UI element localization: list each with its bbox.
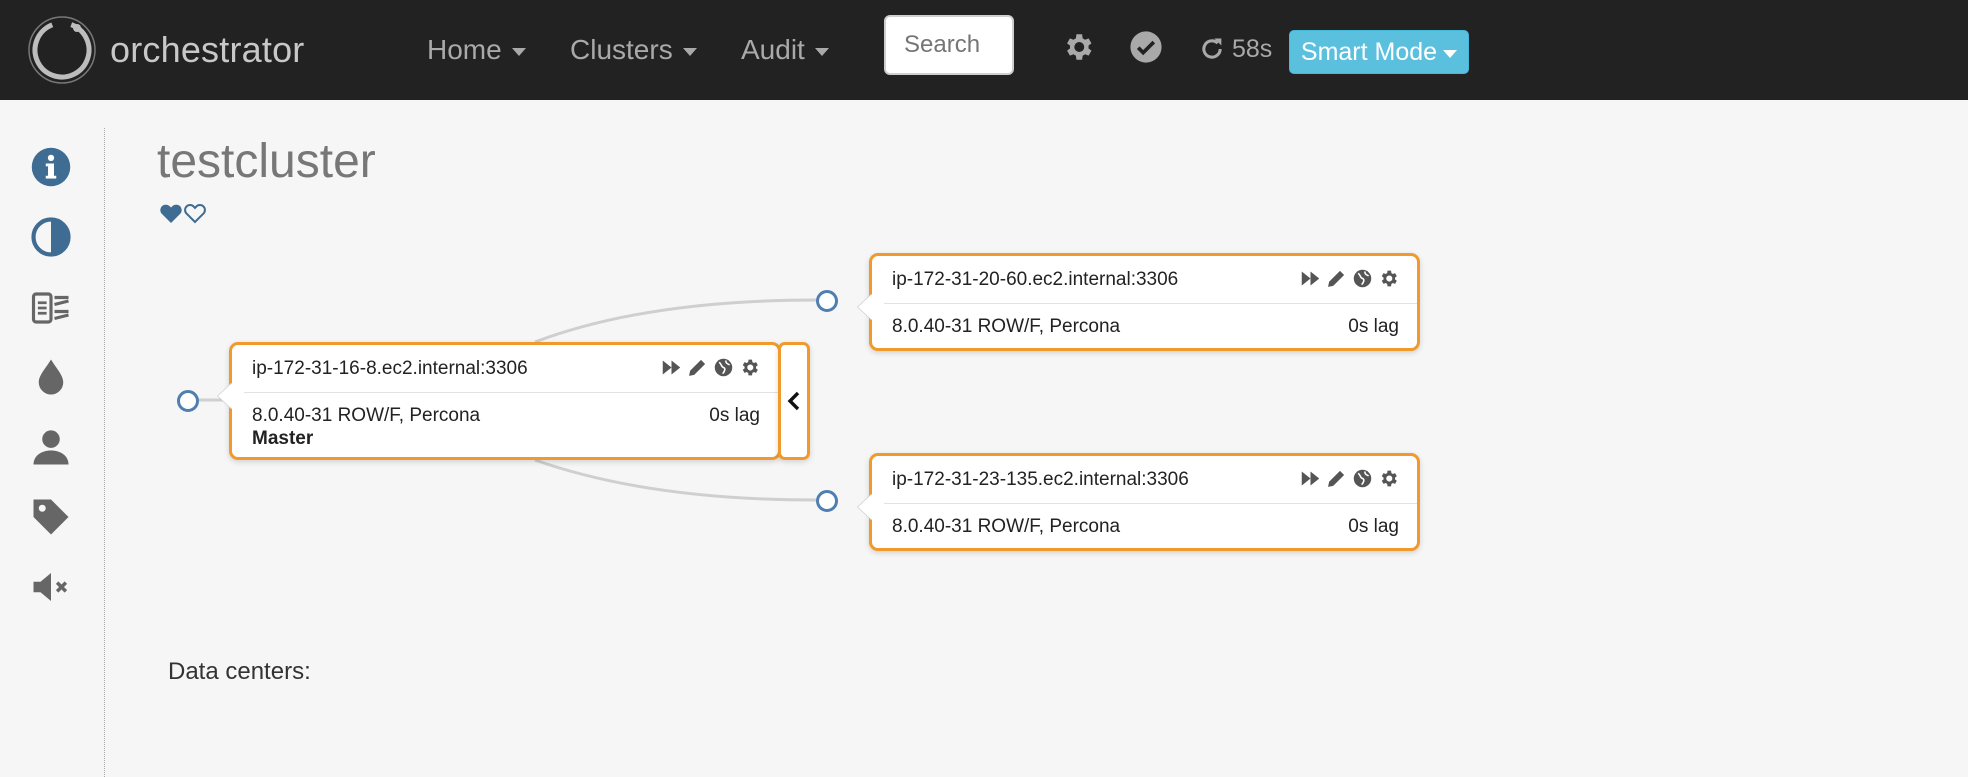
check-circle-icon[interactable] (1129, 30, 1163, 64)
refresh-countdown[interactable]: 58s (1198, 30, 1272, 68)
instance-anchor[interactable] (177, 390, 199, 412)
instance-version: 8.0.40-31 ROW/F, Percona (252, 405, 481, 426)
favorite-controls (159, 202, 207, 226)
connection-line (534, 458, 817, 502)
pencil-icon[interactable] (687, 357, 708, 378)
nav-clusters-dropdown[interactable]: Clusters (570, 28, 697, 72)
globe-icon[interactable] (1352, 468, 1373, 489)
instance-actions (1300, 268, 1399, 289)
refresh-countdown-text: 58s (1232, 34, 1273, 63)
nav-home-label: Home (427, 34, 502, 65)
data-centers-label: Data centers: (168, 658, 311, 685)
chevron-down-icon (814, 48, 829, 56)
drop-icon[interactable] (30, 356, 72, 398)
tag-icon[interactable] (30, 496, 72, 538)
brand-name: orchestrator (110, 29, 305, 70)
instance-lag: 0s lag (709, 405, 760, 426)
nav-home-dropdown[interactable]: Home (427, 28, 526, 72)
nav-clusters-label: Clusters (570, 34, 673, 65)
nav-audit-dropdown[interactable]: Audit (741, 28, 829, 72)
heart-filled-icon[interactable] (159, 202, 183, 224)
globe-icon[interactable] (1352, 268, 1373, 289)
instance-node-master[interactable]: ip-172-31-16-8.ec2.internal:3306 8.0.40-… (229, 342, 781, 460)
globe-icon[interactable] (713, 357, 734, 378)
instance-name: ip-172-31-16-8.ec2.internal:3306 (252, 357, 528, 379)
smart-mode-button[interactable]: Smart Mode (1289, 30, 1469, 74)
pencil-icon[interactable] (1326, 468, 1347, 489)
instance-lag: 0s lag (1348, 516, 1399, 537)
slideshow-icon[interactable] (30, 287, 72, 329)
collapse-replicas-button[interactable] (778, 342, 810, 460)
instance-anchor[interactable] (816, 290, 838, 312)
instance-role: Master (252, 428, 314, 449)
fast-forward-icon[interactable] (1300, 268, 1321, 289)
smart-mode-label: Smart Mode (1300, 37, 1438, 66)
connection-line (534, 298, 817, 344)
gear-icon[interactable] (1378, 468, 1399, 489)
orchestrator-logo-icon (28, 16, 96, 84)
instance-name: ip-172-31-20-60.ec2.internal:3306 (892, 268, 1179, 290)
gear-icon[interactable] (1061, 30, 1095, 64)
fast-forward-icon[interactable] (661, 357, 682, 378)
instance-version: 8.0.40-31 ROW/F, Percona (892, 516, 1121, 537)
search-input[interactable] (884, 15, 1014, 75)
instance-version: 8.0.40-31 ROW/F, Percona (892, 316, 1121, 337)
instance-node-replica[interactable]: ip-172-31-23-135.ec2.internal:3306 8.0.4… (869, 453, 1420, 551)
instance-actions (661, 357, 760, 378)
contrast-icon[interactable] (30, 216, 72, 258)
mute-icon[interactable] (30, 566, 72, 608)
gear-icon[interactable] (739, 357, 760, 378)
pencil-icon[interactable] (1326, 268, 1347, 289)
instance-lag: 0s lag (1348, 316, 1399, 337)
instance-anchor[interactable] (816, 490, 838, 512)
info-icon[interactable] (30, 146, 72, 188)
chevron-down-icon (1443, 50, 1458, 58)
chevron-down-icon (682, 48, 697, 56)
chevron-down-icon (511, 48, 526, 56)
sidebar-divider (104, 128, 105, 777)
chevron-left-icon (787, 391, 800, 411)
gear-icon[interactable] (1378, 268, 1399, 289)
instance-name: ip-172-31-23-135.ec2.internal:3306 (892, 468, 1189, 490)
user-icon[interactable] (30, 426, 72, 468)
nav-audit-label: Audit (741, 34, 805, 65)
navbar: orchestrator Home Clusters Audit 58s Sma… (0, 0, 1968, 100)
fast-forward-icon[interactable] (1300, 468, 1321, 489)
heart-outline-icon[interactable] (183, 202, 207, 224)
instance-actions (1300, 468, 1399, 489)
brand-link[interactable]: orchestrator (28, 14, 304, 86)
refresh-icon (1202, 38, 1222, 59)
page-title: testcluster (157, 135, 376, 188)
instance-node-replica[interactable]: ip-172-31-20-60.ec2.internal:3306 8.0.40… (869, 253, 1420, 351)
